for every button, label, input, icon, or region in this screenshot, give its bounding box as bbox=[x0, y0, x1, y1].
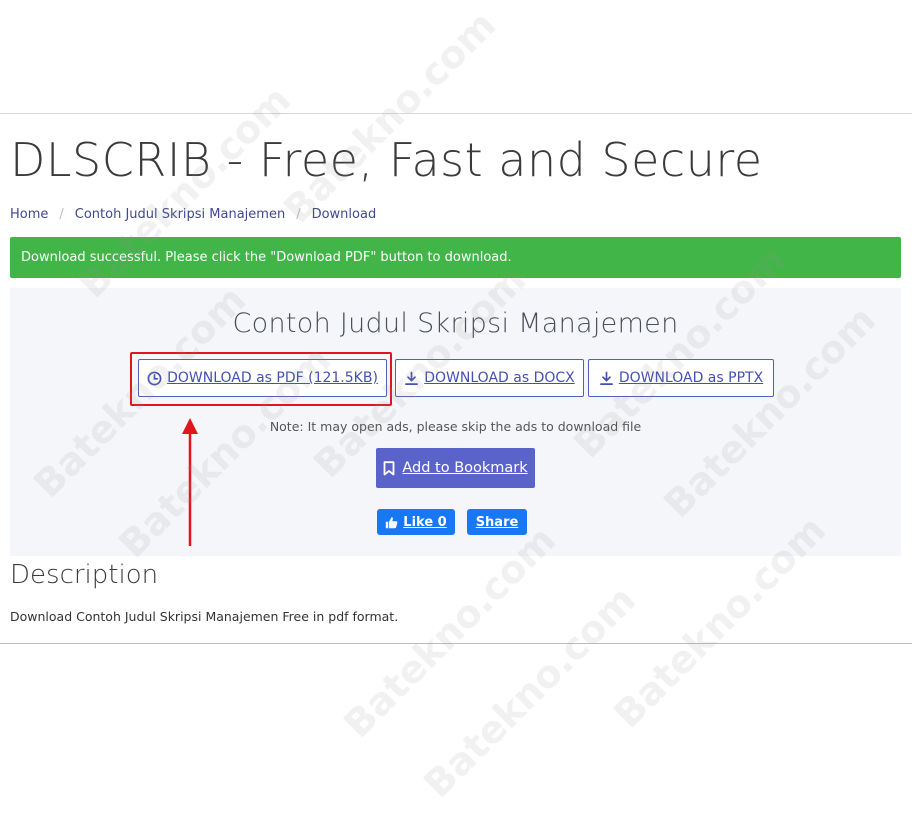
download-pptx-button[interactable]: DOWNLOAD as PPTX bbox=[588, 359, 774, 397]
like-label: Like 0 bbox=[403, 514, 447, 530]
bookmark-icon bbox=[383, 460, 395, 475]
description-heading: Description bbox=[10, 560, 159, 590]
success-alert: Download successful. Please click the "D… bbox=[10, 237, 901, 278]
breadcrumb: Home / Contoh Judul Skripsi Manajemen / … bbox=[10, 207, 376, 222]
download-pdf-label: DOWNLOAD as PDF (121.5KB) bbox=[167, 370, 378, 386]
watermark-text: Batekno.com bbox=[415, 578, 644, 807]
ads-note: Note: It may open ads, please skip the a… bbox=[269, 419, 642, 434]
breadcrumb-download[interactable]: Download bbox=[312, 207, 377, 222]
red-arrow-annotation bbox=[182, 418, 198, 546]
download-panel: Contoh Judul Skripsi Manajemen DOWNLOAD … bbox=[10, 288, 901, 556]
bottom-divider bbox=[0, 643, 912, 644]
download-icon bbox=[405, 371, 419, 385]
document-title: Contoh Judul Skripsi Manajemen bbox=[232, 308, 679, 339]
bookmark-label: Add to Bookmark bbox=[402, 460, 528, 476]
download-pptx-label: DOWNLOAD as PPTX bbox=[618, 370, 764, 386]
download-docx-label: DOWNLOAD as DOCX bbox=[424, 370, 575, 386]
thumbs-up-icon bbox=[386, 516, 398, 528]
facebook-like-button[interactable]: Like 0 bbox=[377, 509, 455, 535]
description-text: Download Contoh Judul Skripsi Manajemen … bbox=[10, 609, 399, 624]
download-pdf-button[interactable]: DOWNLOAD as PDF (121.5KB) bbox=[138, 359, 387, 397]
site-title: DLSCRIB - Free, Fast and Secure bbox=[10, 133, 763, 187]
breadcrumb-home[interactable]: Home bbox=[10, 207, 48, 222]
facebook-share-button[interactable]: Share bbox=[467, 509, 527, 535]
breadcrumb-separator: / bbox=[59, 207, 64, 222]
download-docx-button[interactable]: DOWNLOAD as DOCX bbox=[395, 359, 584, 397]
breadcrumb-separator: / bbox=[296, 207, 301, 222]
clock-icon bbox=[147, 371, 162, 385]
top-ad-space bbox=[0, 0, 912, 114]
add-to-bookmark-button[interactable]: Add to Bookmark bbox=[376, 448, 535, 488]
breadcrumb-document[interactable]: Contoh Judul Skripsi Manajemen bbox=[75, 207, 285, 222]
download-icon bbox=[599, 371, 613, 385]
